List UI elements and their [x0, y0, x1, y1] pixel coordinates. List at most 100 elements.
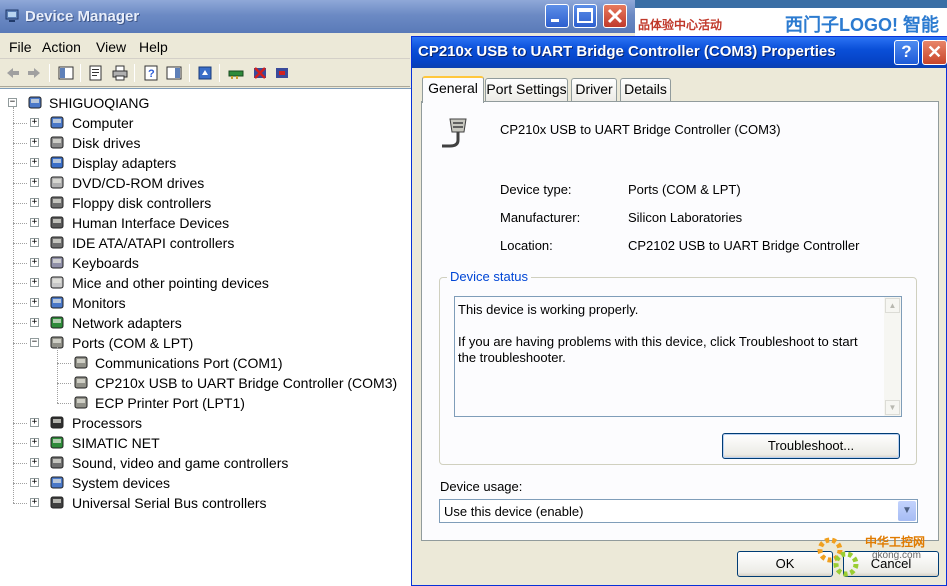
- tab-port-settings[interactable]: Port Settings: [485, 78, 568, 101]
- expand-icon[interactable]: +: [30, 498, 39, 507]
- properties-icon[interactable]: [88, 65, 104, 81]
- tree-item[interactable]: + Monitors: [0, 293, 400, 313]
- tree-item[interactable]: + Universal Serial Bus controllers: [0, 493, 400, 513]
- maximize-button[interactable]: [573, 4, 597, 28]
- expand-icon[interactable]: +: [30, 258, 39, 267]
- tree-item[interactable]: + Display adapters: [0, 153, 400, 173]
- print-icon[interactable]: [112, 65, 128, 81]
- help-icon[interactable]: ?: [143, 65, 159, 81]
- tree-child-item[interactable]: ECP Printer Port (LPT1): [0, 393, 410, 413]
- tree-item[interactable]: + Floppy disk controllers: [0, 193, 400, 213]
- minimize-button[interactable]: [545, 4, 569, 28]
- tree-item-label: Universal Serial Bus controllers: [72, 495, 267, 511]
- collapse-icon[interactable]: −: [8, 98, 17, 107]
- usb-icon: [50, 496, 64, 509]
- device-manager-icon: [5, 9, 19, 22]
- tree-item[interactable]: + Computer: [0, 113, 400, 133]
- menu-file[interactable]: File: [9, 39, 32, 55]
- tree-item[interactable]: + IDE ATA/ATAPI controllers: [0, 233, 400, 253]
- gear-icon: [817, 537, 859, 577]
- port-icon: [74, 376, 88, 389]
- tree-item[interactable]: + Sound, video and game controllers: [0, 453, 400, 473]
- tree-item[interactable]: + Disk drives: [0, 133, 400, 153]
- device-status-textbox[interactable]: This device is working properly. If you …: [454, 296, 902, 417]
- tree-item[interactable]: + System devices: [0, 473, 400, 493]
- tab-general[interactable]: General: [422, 76, 484, 103]
- expand-icon[interactable]: +: [30, 318, 39, 327]
- watermark-logo: 中华工控网 gkong.com: [810, 528, 947, 586]
- expand-icon[interactable]: +: [30, 178, 39, 187]
- menu-view[interactable]: View: [96, 39, 126, 55]
- menu-action[interactable]: Action: [42, 39, 81, 55]
- expand-icon[interactable]: +: [30, 298, 39, 307]
- expand-icon[interactable]: +: [30, 218, 39, 227]
- troubleshoot-button[interactable]: Troubleshoot...: [722, 433, 900, 459]
- tree-item[interactable]: + SIMATIC NET: [0, 433, 400, 453]
- tree-connector: [13, 463, 27, 464]
- device-usage-select[interactable]: Use this device (enable) ▼: [439, 499, 918, 523]
- device-status-legend: Device status: [447, 269, 532, 284]
- expand-icon[interactable]: +: [30, 418, 39, 427]
- device-usage-value: Use this device (enable): [444, 504, 584, 519]
- device-manager-titlebar[interactable]: Device Manager: [0, 0, 635, 33]
- expand-icon[interactable]: +: [30, 238, 39, 247]
- port-icon: [74, 356, 88, 369]
- disable-icon[interactable]: [252, 65, 268, 81]
- expand-icon[interactable]: +: [30, 278, 39, 287]
- tree-connector: [13, 323, 27, 324]
- background-browser-window: 品体验中心活动 西门子LOGO! 智能: [635, 8, 947, 36]
- simatic-net-icon: [50, 436, 64, 449]
- show-hide-icon[interactable]: [166, 65, 182, 81]
- close-button[interactable]: [603, 4, 627, 28]
- tab-details[interactable]: Details: [620, 78, 671, 101]
- tree-connector: [13, 303, 27, 304]
- expand-icon[interactable]: +: [30, 458, 39, 467]
- properties-dialog-titlebar[interactable]: CP210x USB to UART Bridge Controller (CO…: [412, 37, 947, 68]
- tree-item[interactable]: + DVD/CD-ROM drives: [0, 173, 400, 193]
- collapse-icon[interactable]: −: [30, 338, 39, 347]
- update-driver-icon[interactable]: [197, 65, 213, 81]
- location-label: Location:: [500, 238, 553, 253]
- tab-driver[interactable]: Driver: [571, 78, 617, 101]
- tree-item[interactable]: + Processors: [0, 413, 400, 433]
- device-manager-title: Device Manager: [25, 8, 140, 25]
- uninstall-icon[interactable]: [274, 65, 290, 81]
- expand-icon[interactable]: +: [30, 118, 39, 127]
- ide-controller-icon: [50, 236, 64, 249]
- expand-icon[interactable]: +: [30, 478, 39, 487]
- tree-item[interactable]: + Mice and other pointing devices: [0, 273, 400, 293]
- show-hide-tree-icon[interactable]: [58, 65, 74, 81]
- chevron-down-icon[interactable]: ▼: [898, 501, 916, 521]
- scan-hardware-icon[interactable]: [228, 65, 244, 81]
- expand-icon[interactable]: +: [30, 158, 39, 167]
- status-scrollbar[interactable]: ▲ ▼: [884, 297, 901, 416]
- tree-child-item[interactable]: CP210x USB to UART Bridge Controller (CO…: [0, 373, 410, 393]
- scroll-down-icon[interactable]: ▼: [885, 400, 900, 415]
- menu-help[interactable]: Help: [139, 39, 168, 55]
- toolbar: ?: [0, 59, 410, 87]
- device-usage-label: Device usage:: [440, 479, 523, 494]
- tree-item-label: Ports (COM & LPT): [72, 335, 194, 351]
- expand-icon[interactable]: +: [30, 198, 39, 207]
- device-tree[interactable]: − SHIGUOQIANG + Computer + Disk drives + Displa…: [0, 88, 412, 586]
- maximize-icon: [577, 8, 593, 23]
- back-icon[interactable]: [5, 65, 21, 81]
- expand-icon[interactable]: +: [30, 438, 39, 447]
- tree-connector: [57, 363, 71, 364]
- port-icon: [74, 396, 88, 409]
- tree-item[interactable]: + Keyboards: [0, 253, 400, 273]
- tree-root[interactable]: − SHIGUOQIANG: [0, 93, 300, 113]
- forward-icon[interactable]: [26, 65, 42, 81]
- tree-child-item[interactable]: Communications Port (COM1): [0, 353, 410, 373]
- tree-item[interactable]: + Human Interface Devices: [0, 213, 400, 233]
- tree-item-label: Monitors: [72, 295, 126, 311]
- tree-item-label: Processors: [72, 415, 143, 431]
- tree-item[interactable]: − Ports (COM & LPT): [0, 333, 400, 353]
- tree-item[interactable]: + Network adapters: [0, 313, 400, 333]
- dialog-close-button[interactable]: ✕: [922, 40, 947, 65]
- scroll-up-icon[interactable]: ▲: [885, 298, 900, 313]
- help-button[interactable]: ?: [894, 40, 919, 65]
- expand-icon[interactable]: +: [30, 138, 39, 147]
- tree-connector: [13, 443, 27, 444]
- tree-item-label: Keyboards: [72, 255, 139, 271]
